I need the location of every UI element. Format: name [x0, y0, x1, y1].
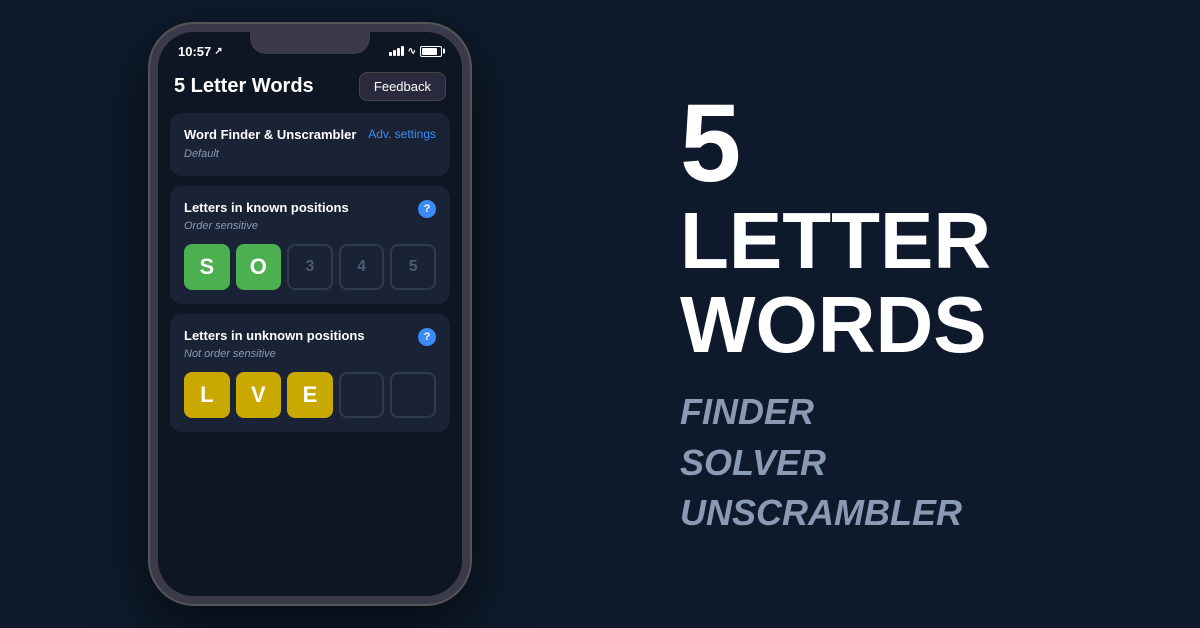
- known-positions-subtitle: Order sensitive: [184, 220, 436, 232]
- letter-box-5[interactable]: 5: [390, 244, 436, 290]
- phone-notch: [250, 32, 370, 54]
- letter-box-l[interactable]: L: [184, 372, 230, 418]
- word-finder-card: Word Finder & Unscrambler Adv. settings …: [170, 113, 450, 176]
- letter-box-3[interactable]: 3: [287, 244, 333, 290]
- known-positions-title: Letters in known positions: [184, 200, 349, 215]
- known-positions-boxes: S O 3 4 5: [184, 244, 436, 290]
- letter-box-u4[interactable]: [339, 372, 385, 418]
- wifi-icon: ∿: [408, 46, 416, 57]
- unknown-positions-card: Letters in unknown positions ? Not order…: [170, 314, 450, 432]
- hero-word2: WORDS: [680, 283, 1140, 367]
- hero-number: 5: [680, 89, 1140, 199]
- hero-word1: LETTER: [680, 199, 1140, 283]
- word-finder-title: Word Finder & Unscrambler: [184, 127, 356, 142]
- subtitle-line-2: SOLVER: [680, 438, 1140, 488]
- subtitle-line-1: FINDER: [680, 387, 1140, 437]
- unknown-positions-header: Letters in unknown positions ?: [184, 328, 436, 346]
- word-finder-subtitle: Default: [184, 148, 219, 160]
- feedback-button[interactable]: Feedback: [359, 72, 446, 101]
- known-positions-header: Letters in known positions ?: [184, 200, 436, 218]
- status-time: 10:57 ↗: [178, 44, 223, 59]
- hero-section: 5 LETTER WORDS FINDER SOLVER UNSCRAMBLER: [620, 0, 1200, 628]
- app-header: 5 Letter Words Feedback: [158, 62, 462, 113]
- hero-subtitle: FINDER SOLVER UNSCRAMBLER: [680, 387, 1140, 538]
- letter-box-e[interactable]: E: [287, 372, 333, 418]
- letter-box-o[interactable]: O: [236, 244, 282, 290]
- unknown-positions-title: Letters in unknown positions: [184, 328, 365, 343]
- letter-box-4[interactable]: 4: [339, 244, 385, 290]
- known-positions-help-icon[interactable]: ?: [418, 200, 436, 218]
- app-title: 5 Letter Words: [174, 75, 314, 98]
- app-content: Word Finder & Unscrambler Adv. settings …: [158, 113, 462, 596]
- known-positions-card: Letters in known positions ? Order sensi…: [170, 186, 450, 304]
- letter-box-u5[interactable]: [390, 372, 436, 418]
- subtitle-line-3: UNSCRAMBLER: [680, 488, 1140, 538]
- unknown-positions-subtitle: Not order sensitive: [184, 348, 436, 360]
- letter-box-v[interactable]: V: [236, 372, 282, 418]
- status-icons: ∿: [389, 46, 442, 57]
- phone-screen: 10:57 ↗ ∿ 5 Le: [158, 32, 462, 596]
- word-finder-header: Word Finder & Unscrambler Adv. settings: [184, 127, 436, 142]
- unknown-positions-boxes: L V E: [184, 372, 436, 418]
- signal-bars-icon: [389, 46, 404, 56]
- unknown-positions-help-icon[interactable]: ?: [418, 328, 436, 346]
- phone-section: 10:57 ↗ ∿ 5 Le: [0, 0, 620, 628]
- location-icon: ↗: [214, 46, 222, 57]
- phone-frame: 10:57 ↗ ∿ 5 Le: [150, 24, 470, 604]
- letter-box-s[interactable]: S: [184, 244, 230, 290]
- battery-icon: [420, 46, 442, 57]
- adv-settings-link[interactable]: Adv. settings: [368, 127, 436, 141]
